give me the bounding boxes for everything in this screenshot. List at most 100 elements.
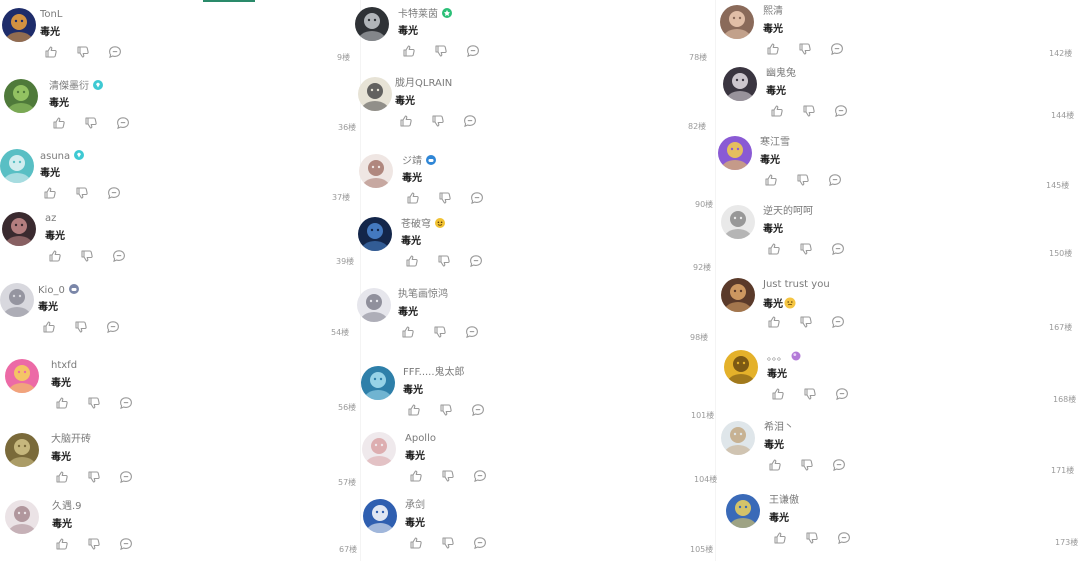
comment-icon[interactable] bbox=[119, 396, 133, 410]
thumbs-up-icon[interactable] bbox=[42, 320, 56, 334]
username-text[interactable]: 幽鬼兔 bbox=[766, 68, 796, 79]
thumbs-up-icon[interactable] bbox=[767, 242, 781, 256]
thumbs-up-icon[interactable] bbox=[768, 458, 782, 472]
username-text[interactable]: 苍破穹 bbox=[401, 219, 431, 230]
thumbs-down-icon[interactable] bbox=[76, 45, 90, 59]
thumbs-up-icon[interactable] bbox=[401, 325, 415, 339]
username-text[interactable]: 。。。 bbox=[767, 352, 787, 363]
thumbs-down-icon[interactable] bbox=[437, 254, 451, 268]
username[interactable]: 。。。 bbox=[767, 351, 801, 364]
comment-icon[interactable] bbox=[469, 254, 483, 268]
comment-icon[interactable] bbox=[837, 531, 851, 545]
thumbs-down-icon[interactable] bbox=[439, 403, 453, 417]
thumbs-down-icon[interactable] bbox=[87, 396, 101, 410]
thumbs-down-icon[interactable] bbox=[796, 173, 810, 187]
thumbs-up-icon[interactable] bbox=[766, 42, 780, 56]
username-text[interactable]: asuna bbox=[40, 151, 70, 162]
username[interactable]: 清傑墨衍 bbox=[49, 80, 103, 93]
username[interactable]: 幽鬼兔 bbox=[766, 68, 796, 80]
comment-icon[interactable] bbox=[834, 104, 848, 118]
thumbs-up-icon[interactable] bbox=[771, 387, 785, 401]
comment-icon[interactable] bbox=[108, 45, 122, 59]
thumbs-down-icon[interactable] bbox=[798, 42, 812, 56]
thumbs-down-icon[interactable] bbox=[87, 537, 101, 551]
username[interactable]: Just trust you bbox=[763, 279, 830, 291]
thumbs-down-icon[interactable] bbox=[799, 242, 813, 256]
username[interactable]: 王谦傲 bbox=[769, 495, 799, 507]
username-text[interactable]: 寒江雪 bbox=[760, 137, 790, 148]
thumbs-down-icon[interactable] bbox=[802, 104, 816, 118]
user-avatar[interactable] bbox=[723, 67, 757, 101]
user-avatar[interactable] bbox=[363, 499, 397, 533]
username[interactable]: 熙清 bbox=[763, 6, 783, 18]
thumbs-up-icon[interactable] bbox=[55, 537, 69, 551]
username[interactable]: 胧月QLRAIN bbox=[395, 78, 452, 90]
username-text[interactable]: 承剑 bbox=[405, 500, 425, 511]
comment-icon[interactable] bbox=[107, 186, 121, 200]
comment-icon[interactable] bbox=[119, 470, 133, 484]
thumbs-down-icon[interactable] bbox=[431, 114, 445, 128]
username[interactable]: 希泪丶 bbox=[764, 422, 794, 434]
username[interactable]: ジ靖 bbox=[402, 155, 436, 168]
thumbs-up-icon[interactable] bbox=[52, 116, 66, 130]
user-avatar[interactable] bbox=[358, 77, 392, 111]
username-text[interactable]: 熙清 bbox=[763, 6, 783, 17]
thumbs-down-icon[interactable] bbox=[805, 531, 819, 545]
user-avatar[interactable] bbox=[361, 366, 395, 400]
user-avatar[interactable] bbox=[4, 79, 38, 113]
comment-icon[interactable] bbox=[832, 458, 846, 472]
thumbs-up-icon[interactable] bbox=[55, 396, 69, 410]
user-avatar[interactable] bbox=[5, 359, 39, 393]
thumbs-down-icon[interactable] bbox=[80, 249, 94, 263]
thumbs-down-icon[interactable] bbox=[74, 320, 88, 334]
username-text[interactable]: ジ靖 bbox=[402, 156, 422, 167]
comment-icon[interactable] bbox=[106, 320, 120, 334]
username-text[interactable]: Kio_0 bbox=[38, 285, 65, 296]
username[interactable]: 大脑开砖 bbox=[51, 434, 91, 446]
username-text[interactable]: htxfd bbox=[51, 360, 77, 371]
thumbs-down-icon[interactable] bbox=[800, 458, 814, 472]
user-avatar[interactable] bbox=[721, 205, 755, 239]
user-avatar[interactable] bbox=[721, 278, 755, 312]
user-avatar[interactable] bbox=[2, 212, 36, 246]
thumbs-up-icon[interactable] bbox=[409, 536, 423, 550]
comment-icon[interactable] bbox=[463, 114, 477, 128]
username-text[interactable]: az bbox=[45, 213, 56, 224]
username-text[interactable]: 清傑墨衍 bbox=[49, 81, 89, 92]
comment-icon[interactable] bbox=[835, 387, 849, 401]
user-avatar[interactable] bbox=[721, 421, 755, 455]
username[interactable]: 执笔画惊鸿 bbox=[398, 289, 448, 301]
username-text[interactable]: 胧月QLRAIN bbox=[395, 78, 452, 89]
username[interactable]: 逆天的呵呵 bbox=[763, 206, 813, 218]
comment-icon[interactable] bbox=[471, 403, 485, 417]
thumbs-up-icon[interactable] bbox=[405, 254, 419, 268]
username-text[interactable]: 逆天的呵呵 bbox=[763, 206, 813, 217]
thumbs-up-icon[interactable] bbox=[770, 104, 784, 118]
user-avatar[interactable] bbox=[357, 288, 391, 322]
comment-icon[interactable] bbox=[466, 44, 480, 58]
user-avatar[interactable] bbox=[359, 154, 393, 188]
comment-icon[interactable] bbox=[116, 116, 130, 130]
comment-icon[interactable] bbox=[112, 249, 126, 263]
thumbs-up-icon[interactable] bbox=[773, 531, 787, 545]
username[interactable]: htxfd bbox=[51, 360, 77, 372]
comment-icon[interactable] bbox=[830, 42, 844, 56]
username-text[interactable]: TonL bbox=[40, 9, 62, 20]
username[interactable]: Kio_0 bbox=[38, 284, 79, 297]
user-avatar[interactable] bbox=[5, 500, 39, 534]
username-text[interactable]: FFF.....鬼太郎 bbox=[403, 367, 465, 378]
thumbs-down-icon[interactable] bbox=[803, 387, 817, 401]
username-text[interactable]: 大脑开砖 bbox=[51, 434, 91, 445]
thumbs-down-icon[interactable] bbox=[434, 44, 448, 58]
thumbs-up-icon[interactable] bbox=[48, 249, 62, 263]
comment-icon[interactable] bbox=[470, 191, 484, 205]
user-avatar[interactable] bbox=[720, 5, 754, 39]
thumbs-up-icon[interactable] bbox=[44, 45, 58, 59]
thumbs-up-icon[interactable] bbox=[399, 114, 413, 128]
username[interactable]: 寒江雪 bbox=[760, 137, 790, 149]
comment-icon[interactable] bbox=[465, 325, 479, 339]
username-text[interactable]: Apollo bbox=[405, 433, 436, 444]
user-avatar[interactable] bbox=[362, 432, 396, 466]
thumbs-down-icon[interactable] bbox=[799, 315, 813, 329]
thumbs-up-icon[interactable] bbox=[55, 470, 69, 484]
